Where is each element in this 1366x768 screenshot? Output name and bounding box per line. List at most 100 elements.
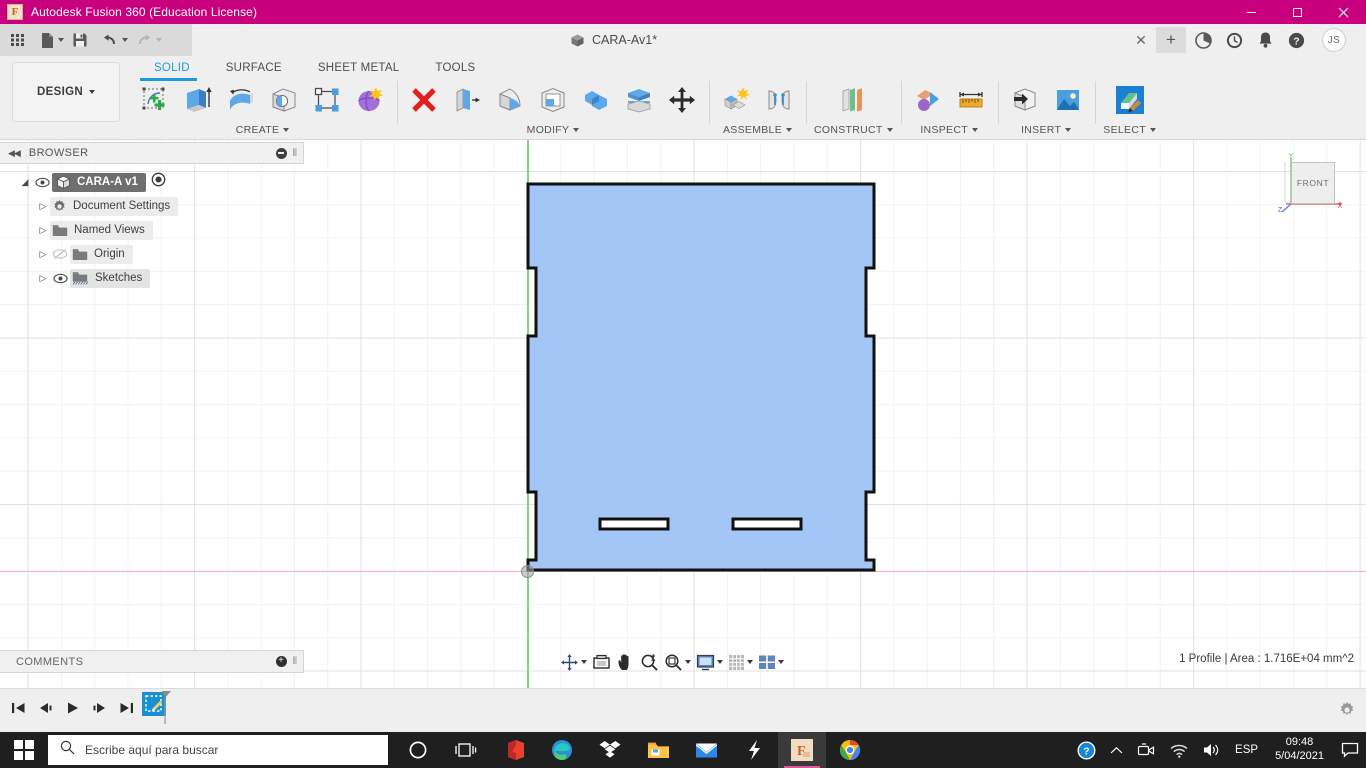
create-sketch-icon[interactable] xyxy=(136,78,174,120)
timeline-settings-icon[interactable] xyxy=(1338,701,1356,724)
start-button[interactable] xyxy=(0,732,48,768)
go-to-beginning-icon[interactable] xyxy=(6,695,30,721)
close-document-tab-button[interactable]: ✕ xyxy=(1126,24,1156,56)
section-analysis-icon[interactable] xyxy=(909,80,947,120)
rectangular-pattern-icon[interactable] xyxy=(308,80,346,120)
add-comment-button[interactable]: + xyxy=(275,656,287,667)
avatar[interactable]: JS xyxy=(1322,28,1346,52)
fusion360-icon[interactable]: F xyxy=(778,732,826,768)
tree-item-named-views[interactable]: ▷ Named Views xyxy=(0,218,304,242)
fillet-icon[interactable] xyxy=(491,80,529,120)
panel-inspect-title[interactable]: INSPECT xyxy=(909,122,990,138)
wifi-icon[interactable] xyxy=(1162,732,1195,768)
chevron-down-icon[interactable] xyxy=(778,660,784,664)
finish-sketch-icon[interactable] xyxy=(405,80,443,120)
eye-hidden-icon[interactable] xyxy=(50,248,70,260)
panel-construct-title[interactable]: CONSTRUCT xyxy=(814,122,893,138)
joint-icon[interactable] xyxy=(760,80,798,120)
bell-icon[interactable] xyxy=(1254,29,1276,51)
workspace-switcher-button[interactable]: DESIGN xyxy=(12,62,120,122)
panel-assemble-title[interactable]: ASSEMBLE xyxy=(717,122,798,138)
revolve-icon[interactable] xyxy=(222,80,260,120)
dropbox-icon[interactable] xyxy=(586,732,634,768)
view-cube-front-face[interactable]: FRONT xyxy=(1291,162,1335,204)
extrude-icon[interactable] xyxy=(179,80,217,120)
language-indicator[interactable]: ESP xyxy=(1228,732,1265,768)
step-back-icon[interactable] xyxy=(33,695,57,721)
shell-icon[interactable] xyxy=(534,80,572,120)
search-input[interactable]: Escribe aquí para buscar xyxy=(48,735,388,765)
display-settings-icon[interactable] xyxy=(694,651,725,673)
expand-arrow-icon[interactable]: ◢ xyxy=(18,177,32,188)
resize-grip-icon[interactable]: ⦀ xyxy=(293,148,297,159)
lightshot-icon[interactable] xyxy=(730,732,778,768)
origin-point[interactable] xyxy=(521,565,534,578)
expand-arrow-icon[interactable]: ▷ xyxy=(36,273,50,284)
clock[interactable]: 09:48 5/04/2021 xyxy=(1265,732,1334,768)
orbit-icon[interactable] xyxy=(558,651,589,673)
view-cube[interactable]: Y X Z FRONT xyxy=(1276,152,1346,216)
offset-face-icon[interactable] xyxy=(620,80,658,120)
chevron-down-icon[interactable] xyxy=(581,660,587,664)
tray-chevron-up-icon[interactable] xyxy=(1103,732,1130,768)
extensions-icon[interactable] xyxy=(1192,29,1214,51)
chrome-icon[interactable] xyxy=(826,732,874,768)
task-view-icon[interactable] xyxy=(442,732,490,768)
file-explorer-icon[interactable] xyxy=(634,732,682,768)
grid-snaps-icon[interactable] xyxy=(726,651,755,673)
panel-modify-title[interactable]: MODIFY xyxy=(405,122,701,138)
chevron-down-icon[interactable] xyxy=(747,660,753,664)
offset-plane-icon[interactable] xyxy=(834,80,872,120)
new-component-icon[interactable] xyxy=(717,80,755,120)
panel-select-title[interactable]: SELECT xyxy=(1103,122,1157,138)
redo-icon[interactable] xyxy=(132,27,166,53)
go-to-end-icon[interactable] xyxy=(114,695,138,721)
tab-tools[interactable]: TOOLS xyxy=(417,58,493,80)
expand-arrow-icon[interactable]: ▷ xyxy=(36,249,50,260)
fit-icon[interactable] xyxy=(662,651,693,673)
job-status-icon[interactable] xyxy=(1223,29,1245,51)
tree-item-cara-a[interactable]: ◢ CARA-A v1 xyxy=(0,170,304,194)
step-forward-icon[interactable] xyxy=(87,695,111,721)
camera-icon[interactable] xyxy=(1130,732,1162,768)
help-icon[interactable]: ? xyxy=(1285,29,1307,51)
press-pull-icon[interactable] xyxy=(448,80,486,120)
activate-component-radio[interactable] xyxy=(151,172,166,192)
apps-grid-icon[interactable] xyxy=(6,27,30,53)
chevron-down-icon[interactable] xyxy=(717,660,723,664)
volume-icon[interactable] xyxy=(1195,732,1228,768)
chevron-down-icon[interactable] xyxy=(685,660,691,664)
select-paint-icon[interactable] xyxy=(1111,80,1149,120)
eye-visible-icon[interactable] xyxy=(32,177,52,188)
panel-insert-title[interactable]: INSERT xyxy=(1006,122,1087,138)
save-icon[interactable] xyxy=(68,27,92,53)
tree-item-origin[interactable]: ▷ Origin xyxy=(0,242,304,266)
maximize-button[interactable] xyxy=(1274,0,1320,24)
viewports-icon[interactable] xyxy=(756,651,786,673)
document-tab[interactable]: CARA-Av1* xyxy=(560,24,667,56)
help-circle-icon[interactable]: ? xyxy=(1070,732,1103,768)
zoom-icon[interactable] xyxy=(638,651,661,673)
timeline-sketch-feature[interactable] xyxy=(140,691,172,724)
tab-surface[interactable]: SURFACE xyxy=(208,58,300,80)
create-form-icon[interactable] xyxy=(351,80,389,120)
pan-icon[interactable] xyxy=(614,651,637,673)
tab-solid[interactable]: SOLID xyxy=(136,58,208,81)
derive-icon[interactable] xyxy=(1006,80,1044,120)
cortana-icon[interactable] xyxy=(394,732,442,768)
panel-create-title[interactable]: CREATE xyxy=(136,122,389,138)
eye-visible-icon[interactable] xyxy=(50,273,70,284)
tab-sheet-metal[interactable]: SHEET METAL xyxy=(300,58,418,80)
panel-menu-icon[interactable] xyxy=(275,147,287,159)
look-at-icon[interactable] xyxy=(590,651,613,673)
tree-item-sketches[interactable]: ▷ Sketches xyxy=(0,266,304,290)
play-icon[interactable] xyxy=(60,695,84,721)
mail-icon[interactable] xyxy=(682,732,730,768)
office-icon[interactable] xyxy=(490,732,538,768)
collapse-left-icon[interactable]: ◀◀ xyxy=(8,148,21,159)
undo-icon[interactable] xyxy=(98,27,132,53)
measure-icon[interactable] xyxy=(952,80,990,120)
expand-arrow-icon[interactable]: ▷ xyxy=(36,225,50,236)
tree-item-document-settings[interactable]: ▷ Document Settings xyxy=(0,194,304,218)
combine-icon[interactable] xyxy=(577,80,615,120)
